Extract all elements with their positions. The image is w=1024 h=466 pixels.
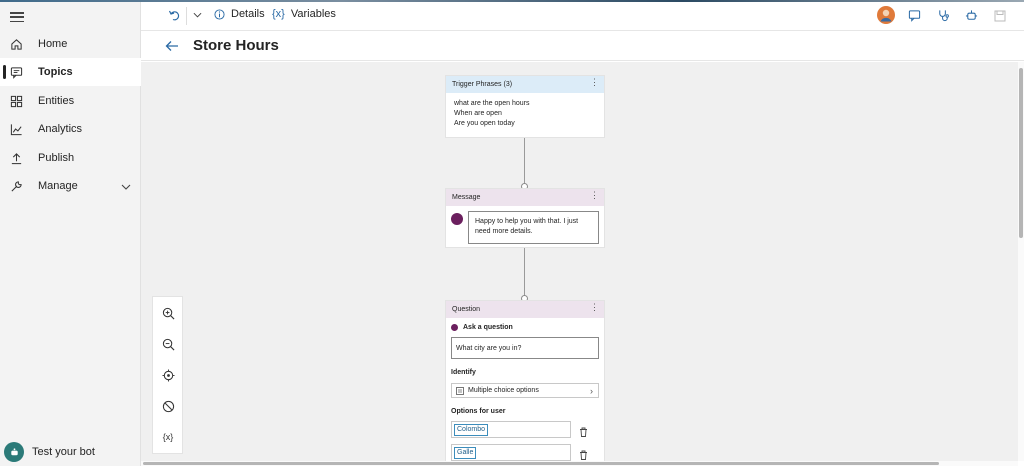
sidebar-item-entities[interactable]: Entities [0,87,141,115]
list-icon [456,386,464,395]
sidebar-item-topics[interactable]: Topics [0,58,141,86]
chevron-down-icon[interactable] [121,181,131,193]
sidebar: Home Topics Entities Analytics Publish M… [0,2,141,466]
variables-icon: {x} [272,8,285,20]
divider [186,7,187,25]
scrollbar-thumb[interactable] [143,462,939,465]
vertical-scrollbar[interactable] [1018,62,1024,461]
upload-icon [9,151,23,165]
node-header: Trigger Phrases (3) ⋮ [446,76,604,93]
sidebar-item-analytics[interactable]: Analytics [0,115,141,143]
horizontal-scrollbar[interactable] [141,461,1018,466]
connector-line [524,138,525,186]
sidebar-item-label: Topics [38,66,73,78]
home-icon [9,37,23,51]
sidebar-item-label: Entities [38,95,75,107]
delete-icon[interactable] [579,424,588,442]
chevron-right-icon: › [590,386,593,396]
chat-icon [9,65,23,79]
sidebar-item-manage[interactable]: Manage [0,172,141,200]
variables-icon[interactable]: {x} [160,429,176,445]
variables-label: Variables [290,8,336,20]
trigger-phrases-node[interactable]: Trigger Phrases (3) ⋮ what are the open … [445,75,605,138]
scrollbar-thumb[interactable] [1019,68,1023,238]
node-title: Trigger Phrases (3) [452,81,513,88]
chevron-down-icon[interactable] [193,12,202,18]
save-icon[interactable] [994,9,1006,27]
message-node[interactable]: Message ⋮ Happy to help you with that. I… [445,188,605,248]
identify-select[interactable]: Multiple choice options › [451,383,599,398]
undo-icon[interactable] [168,9,180,21]
sidebar-item-label: Home [38,38,68,50]
bot-settings-icon[interactable] [965,9,978,27]
message-text-field[interactable]: Happy to help you with that. I just need… [468,211,599,244]
hamburger-menu-icon[interactable] [10,10,24,24]
grid-icon [9,94,23,108]
option-chip[interactable]: Galle [454,447,477,459]
variables-button[interactable]: {x} Variables [272,8,336,20]
info-icon [214,8,225,20]
sidebar-item-label: Analytics [38,123,83,135]
option-row: Galle [451,444,599,461]
reset-zoom-icon[interactable] [160,398,176,414]
question-text-field[interactable]: What city are you in? [451,337,599,359]
back-arrow-icon[interactable] [165,39,179,57]
list-item: what are the open hours [454,100,530,107]
node-header: Message ⋮ [446,189,604,206]
identify-label: Identify [451,369,476,376]
option-row: Colombo [451,421,599,438]
stethoscope-icon[interactable] [937,9,950,27]
node-header: Question ⋮ [446,301,604,318]
top-toolbar: Details {x} Variables [141,2,1024,31]
trigger-phrases-list: what are the open hours When are open Ar… [446,93,604,135]
page-title-bar: Store Hours [141,31,1024,61]
option-chip[interactable]: Colombo [454,424,489,436]
sidebar-item-publish[interactable]: Publish [0,144,141,172]
question-icon [451,324,458,331]
authoring-canvas[interactable]: {x} Trigger Phrases (3) ⋮ what are the o… [141,62,1018,461]
ask-question-text: Ask a question [463,324,513,331]
wrench-icon [9,179,23,193]
zoom-out-icon[interactable] [160,336,176,352]
details-label: Details [231,8,265,20]
sidebar-item-label: Manage [38,180,78,192]
list-item: When are open [454,110,502,117]
options-label: Options for user [451,408,506,415]
avatar[interactable] [877,6,895,29]
question-node[interactable]: Question ⋮ Ask a question What city are … [445,300,605,461]
bot-icon [4,442,24,462]
zoom-in-icon[interactable] [160,305,176,321]
ask-question-label: Ask a question [446,318,604,331]
option-field[interactable]: Galle [451,444,571,461]
canvas-toolbar: {x} [152,296,183,454]
more-options-icon[interactable]: ⋮ [590,190,599,201]
node-title: Question [452,306,481,313]
message-icon [451,213,463,225]
identify-value: Multiple choice options [468,387,539,394]
test-bot-button[interactable]: Test your bot [4,442,95,462]
details-button[interactable]: Details [214,8,265,20]
option-field[interactable]: Colombo [451,421,571,438]
node-title: Message [452,194,481,201]
comment-icon[interactable] [908,9,921,27]
more-options-icon[interactable]: ⋮ [590,77,599,88]
recenter-icon[interactable] [160,367,176,383]
connector-line [524,248,525,298]
test-bot-label: Test your bot [32,446,95,458]
delete-icon[interactable] [579,447,588,461]
list-item: Are you open today [454,120,515,127]
sidebar-item-label: Publish [38,152,75,164]
page-title: Store Hours [193,37,279,54]
chart-icon [9,122,23,136]
sidebar-item-home[interactable]: Home [0,30,141,58]
more-options-icon[interactable]: ⋮ [590,302,599,313]
